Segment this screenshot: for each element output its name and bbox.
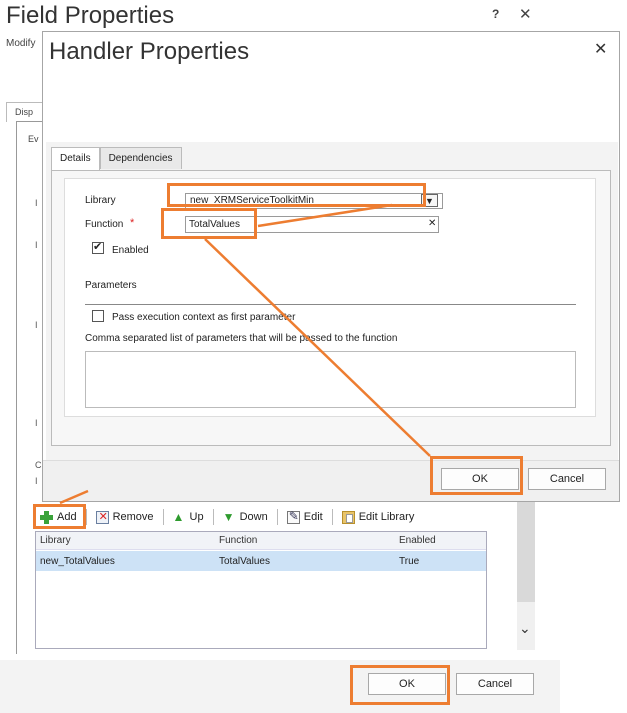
toolbar-divider — [162, 509, 164, 525]
required-marker: * — [130, 217, 135, 229]
side-label: I — [35, 418, 38, 428]
handler-properties-title: Handler Properties — [49, 38, 250, 65]
grid-header: Library Function Enabled — [36, 532, 486, 550]
arrow-up-icon — [173, 510, 186, 524]
function-label: Function — [85, 219, 124, 230]
edit-library-label: Edit Library — [358, 511, 415, 523]
field-properties-cancel-button[interactable]: Cancel — [456, 673, 534, 695]
field-properties-ok-button[interactable]: OK — [368, 673, 446, 695]
row-function: TotalValues — [219, 555, 270, 567]
handler-tabs: Details Dependencies — [51, 147, 182, 171]
chevron-down-icon[interactable]: ▼ — [421, 194, 438, 207]
parameters-heading: Parameters — [85, 280, 137, 291]
down-button[interactable]: Down — [217, 505, 274, 529]
enabled-checkbox[interactable] — [92, 240, 104, 254]
parameters-list-label: Comma separated list of parameters that … — [85, 333, 398, 344]
chevron-down-icon[interactable]: ⌄ — [519, 620, 531, 637]
remove-icon — [95, 510, 109, 524]
arrow-down-icon — [223, 510, 236, 524]
edit-button[interactable]: Edit — [281, 505, 329, 529]
side-label: I — [35, 320, 38, 330]
details-frame: Library new_XRMServiceToolkitMin ▼ Funct… — [64, 178, 596, 417]
library-select[interactable]: new_XRMServiceToolkitMin — [185, 193, 443, 209]
pass-context-checkbox[interactable] — [92, 310, 104, 322]
scrollbar-thumb[interactable] — [517, 502, 535, 602]
help-icon[interactable]: ? — [492, 7, 499, 21]
edit-library-button[interactable]: Edit Library — [336, 505, 421, 529]
side-label: I — [35, 198, 38, 208]
handler-ok-button[interactable]: OK — [441, 468, 519, 490]
tab-dependencies[interactable]: Dependencies — [99, 147, 182, 169]
toolbar-divider — [331, 509, 333, 525]
side-label: I — [35, 476, 38, 486]
grid-scrollbar[interactable]: ⌄ — [517, 502, 535, 650]
down-label: Down — [239, 511, 268, 523]
remove-button[interactable]: Remove — [90, 505, 160, 529]
library-icon — [341, 510, 355, 524]
close-icon[interactable]: ✕ — [519, 5, 532, 23]
row-enabled: True — [399, 555, 420, 567]
row-library: new_TotalValues — [40, 555, 115, 567]
details-panel: Library new_XRMServiceToolkitMin ▼ Funct… — [51, 170, 611, 446]
column-header-function[interactable]: Function — [215, 535, 394, 546]
field-properties-subtitle: Modify — [6, 38, 36, 49]
handler-properties-dialog: Handler Properties ✕ Details Dependencie… — [42, 31, 620, 502]
pass-context-label: Pass execution context as first paramete… — [112, 312, 296, 323]
handler-cancel-button[interactable]: Cancel — [528, 468, 606, 490]
side-label: I — [35, 240, 38, 250]
clear-icon[interactable]: ✕ — [428, 218, 436, 229]
parameters-divider — [85, 304, 576, 305]
add-icon — [40, 510, 53, 524]
add-button[interactable]: Add — [34, 505, 83, 529]
function-input[interactable]: TotalValues — [185, 216, 439, 233]
up-label: Up — [189, 511, 204, 523]
tab-details[interactable]: Details — [51, 147, 100, 171]
handler-dialog-body: Details Dependencies Library new_XRMServ… — [46, 142, 618, 460]
remove-label: Remove — [112, 511, 154, 523]
side-label: C — [35, 460, 42, 470]
column-header-library[interactable]: Library — [36, 535, 215, 546]
handler-toolbar: Add Remove Up Down Edit Edit Library — [34, 504, 420, 530]
column-header-enabled[interactable]: Enabled — [394, 535, 484, 546]
edit-icon — [286, 509, 300, 524]
add-label: Add — [57, 511, 77, 523]
close-icon[interactable]: ✕ — [594, 39, 607, 59]
toolbar-divider — [212, 509, 214, 525]
up-button[interactable]: Up — [167, 505, 210, 529]
field-properties-title: Field Properties — [6, 2, 175, 29]
handler-grid: Library Function Enabled new_TotalValues… — [35, 531, 487, 649]
events-section-label: Ev — [28, 134, 39, 144]
tab-display[interactable]: Disp — [6, 102, 46, 122]
table-row[interactable]: new_TotalValues TotalValues True — [36, 551, 486, 571]
toolbar-divider — [276, 509, 278, 525]
parameters-textarea[interactable] — [85, 351, 576, 408]
edit-label: Edit — [303, 511, 323, 523]
toolbar-divider — [85, 509, 87, 525]
enabled-label: Enabled — [112, 245, 149, 256]
library-label: Library — [85, 195, 116, 206]
